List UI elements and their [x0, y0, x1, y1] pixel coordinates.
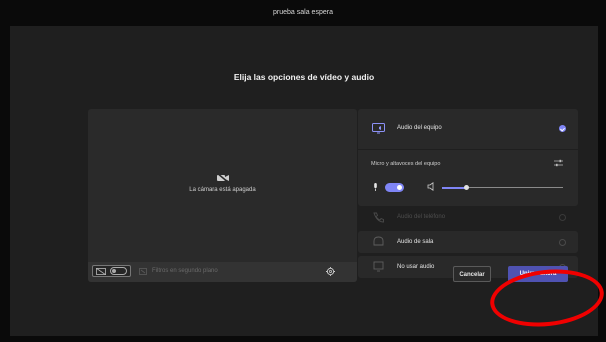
volume-thumb[interactable]	[463, 185, 469, 190]
room-audio-radio[interactable]	[559, 239, 566, 246]
volume-fill	[442, 186, 467, 189]
computer-audio-option[interactable]: Audio del equipo	[358, 109, 578, 149]
settings-icon[interactable]	[326, 267, 335, 276]
no-audio-label: No usar audio	[397, 264, 435, 270]
phone-audio-option[interactable]: Audio del teléfono	[358, 206, 578, 229]
computer-audio-radio[interactable]	[559, 125, 566, 132]
speaker-icon	[427, 182, 434, 191]
sliders-icon[interactable]	[554, 159, 563, 167]
room-audio-label: Audio de sala	[397, 239, 434, 245]
computer-audio-panel: Audio del equipo Micro y altavoces del e…	[358, 109, 578, 206]
window-title: prueba sala espera	[0, 0, 606, 26]
room-icon	[373, 236, 384, 246]
video-controls-bar: Filtros en segundo plano	[88, 262, 357, 282]
mic-toggle[interactable]	[385, 183, 404, 192]
no-audio-icon	[373, 261, 384, 272]
phone-audio-label: Audio del teléfono	[397, 214, 446, 220]
computer-audio-label: Audio del equipo	[397, 125, 442, 131]
computer-audio-icon	[372, 123, 385, 134]
camera-off-icon	[216, 173, 230, 183]
camera-off-label: La cámara está apagada	[189, 187, 256, 193]
phone-icon	[373, 212, 384, 223]
phone-audio-radio[interactable]	[559, 214, 566, 221]
page-title: Elija las opciones de vídeo y audio	[233, 72, 375, 82]
volume-slider[interactable]	[442, 185, 563, 190]
camera-toggle-switch[interactable]	[110, 267, 127, 275]
background-filters-button[interactable]: Filtros en segundo plano	[152, 268, 218, 274]
room-audio-option[interactable]: Audio de sala	[358, 231, 578, 253]
devices-label: Micro y altavoces del equipo	[371, 161, 441, 167]
cancel-button[interactable]: Cancelar	[453, 266, 491, 282]
video-preview: La cámara está apagada Filtros en segund…	[88, 109, 357, 282]
camera-toggle-group[interactable]	[92, 265, 131, 277]
background-effects-icon	[96, 268, 106, 275]
filters-icon	[139, 268, 147, 275]
divider	[358, 149, 578, 150]
mic-icon	[374, 183, 377, 191]
